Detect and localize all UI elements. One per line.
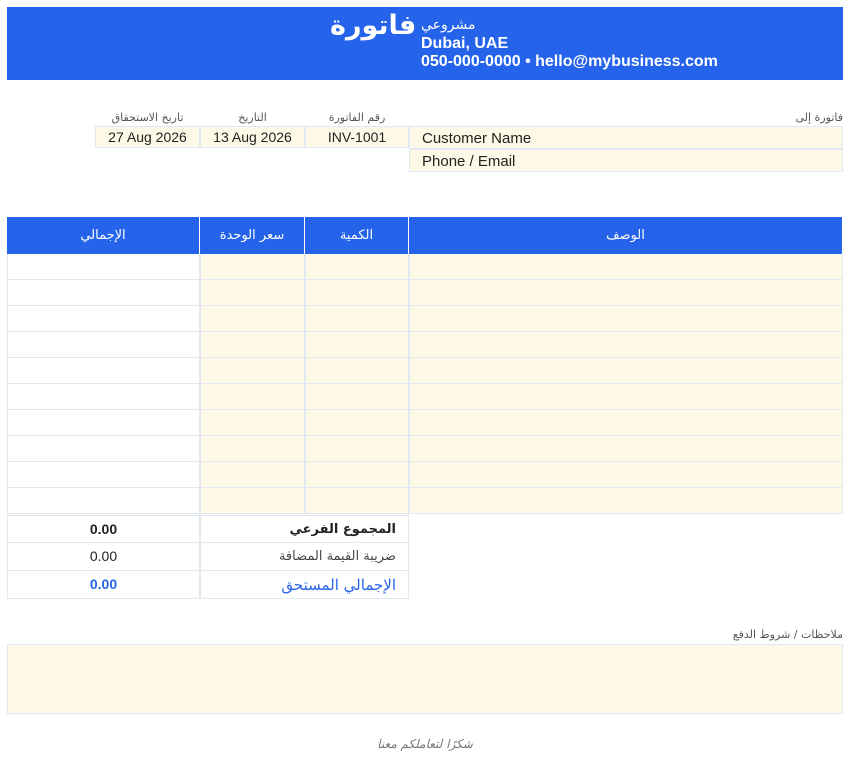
item-description-cell[interactable] (409, 384, 843, 410)
customer-name-field[interactable]: Customer Name (409, 126, 843, 149)
item-quantity-cell[interactable] (305, 254, 409, 280)
notes-field[interactable] (7, 644, 843, 714)
date-label: التاريخ (238, 111, 267, 124)
column-description: الوصف (409, 217, 843, 254)
item-unit-price-cell[interactable] (200, 436, 305, 462)
invoice-number-field[interactable]: INV-1001 (305, 126, 409, 148)
item-description-cell[interactable] (409, 488, 843, 514)
vat-label: ضريبة القيمة المضافة (200, 543, 409, 571)
item-description-cell[interactable] (409, 462, 843, 488)
item-quantity-cell[interactable] (305, 358, 409, 384)
due-date-field[interactable]: 27 Aug 2026 (95, 126, 200, 148)
item-unit-price-cell[interactable] (200, 332, 305, 358)
item-unit-price-cell[interactable] (200, 306, 305, 332)
item-total-cell (7, 436, 200, 462)
item-quantity-cell[interactable] (305, 488, 409, 514)
grand-total-value: 0.00 (7, 571, 200, 599)
vat-value: 0.00 (7, 543, 200, 571)
item-total-cell (7, 410, 200, 436)
item-quantity-cell[interactable] (305, 332, 409, 358)
subtotal-value: 0.00 (7, 515, 200, 543)
item-quantity-cell[interactable] (305, 436, 409, 462)
item-description-cell[interactable] (409, 280, 843, 306)
item-total-cell (7, 254, 200, 280)
item-description-cell[interactable] (409, 306, 843, 332)
item-description-cell[interactable] (409, 332, 843, 358)
item-total-cell (7, 488, 200, 514)
business-name: مشروعي (421, 17, 476, 33)
item-quantity-cell[interactable] (305, 462, 409, 488)
item-description-cell[interactable] (409, 358, 843, 384)
due-date-label: تاريخ الاستحقاق (111, 111, 184, 124)
item-unit-price-cell[interactable] (200, 358, 305, 384)
item-unit-price-cell[interactable] (200, 462, 305, 488)
invoice-title: فاتورة (330, 10, 417, 41)
thank-you-note: شكرًا لتعاملكم معنا (377, 737, 473, 751)
item-total-cell (7, 462, 200, 488)
item-quantity-cell[interactable] (305, 306, 409, 332)
item-unit-price-cell[interactable] (200, 410, 305, 436)
grand-total-label: الإجمالي المستحق (200, 571, 409, 599)
item-unit-price-cell[interactable] (200, 254, 305, 280)
phone-email-field[interactable]: Phone / Email (409, 149, 843, 172)
column-unit-price: سعر الوحدة (200, 217, 305, 254)
item-quantity-cell[interactable] (305, 410, 409, 436)
item-quantity-cell[interactable] (305, 384, 409, 410)
item-total-cell (7, 358, 200, 384)
item-description-cell[interactable] (409, 410, 843, 436)
invoice-number-label: رقم الفاتورة (328, 111, 386, 124)
column-quantity: الكمية (305, 217, 409, 254)
bill-to-label: فاتورة إلى (795, 111, 843, 124)
item-description-cell[interactable] (409, 254, 843, 280)
column-total: الإجمالي (7, 217, 200, 254)
business-contact: 050-000-0000 • hello@mybusiness.com (421, 53, 718, 70)
item-total-cell (7, 332, 200, 358)
item-total-cell (7, 306, 200, 332)
date-field[interactable]: 13 Aug 2026 (200, 126, 305, 148)
item-total-cell (7, 280, 200, 306)
item-quantity-cell[interactable] (305, 280, 409, 306)
item-unit-price-cell[interactable] (200, 280, 305, 306)
item-unit-price-cell[interactable] (200, 488, 305, 514)
item-unit-price-cell[interactable] (200, 384, 305, 410)
business-city: Dubai, UAE (421, 35, 509, 52)
item-total-cell (7, 384, 200, 410)
subtotal-label: المجموع الفرعي (200, 515, 409, 543)
notes-label: ملاحظات / شروط الدفع (732, 628, 843, 641)
item-description-cell[interactable] (409, 436, 843, 462)
